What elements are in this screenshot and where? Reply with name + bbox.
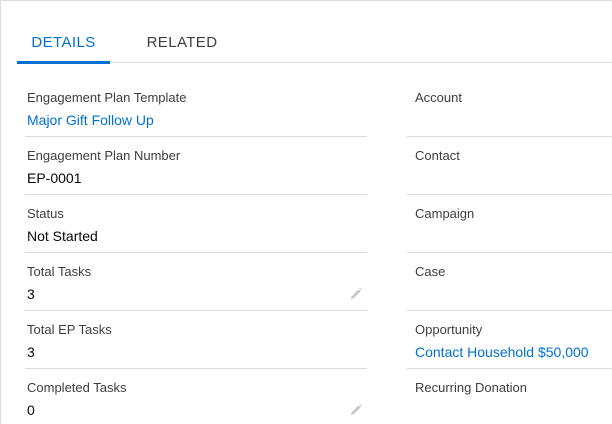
field-label: Total EP Tasks bbox=[27, 322, 112, 337]
details-left-column: Engagement Plan Template Major Gift Foll… bbox=[25, 79, 381, 424]
field-account: Account bbox=[407, 79, 612, 137]
details-right-column: Account Contact Campaign Case Opportunit… bbox=[407, 79, 612, 424]
engagement-plan-template-link[interactable]: Major Gift Follow Up bbox=[27, 112, 154, 128]
field-label: Case bbox=[415, 264, 446, 279]
field-value: EP-0001 bbox=[27, 170, 82, 186]
field-opportunity: Opportunity Contact Household $50,000 bbox=[407, 311, 612, 369]
tab-bar: DETAILS RELATED bbox=[17, 1, 612, 64]
field-label: Total Tasks bbox=[27, 264, 92, 279]
field-contact: Contact bbox=[407, 137, 612, 195]
active-tab-indicator bbox=[17, 61, 110, 64]
field-label: Recurring Donation bbox=[415, 380, 528, 395]
field-recurring-donation: Recurring Donation bbox=[407, 369, 612, 424]
tab-details[interactable]: DETAILS bbox=[17, 1, 110, 64]
field-value: Not Started bbox=[27, 228, 98, 244]
field-value: 3 bbox=[27, 286, 35, 302]
field-label: Engagement Plan Number bbox=[27, 148, 181, 163]
field-total-tasks: Total Tasks 3 bbox=[25, 253, 381, 311]
pencil-icon[interactable] bbox=[349, 287, 363, 301]
field-label: Account bbox=[415, 90, 462, 105]
field-status: Status Not Started bbox=[25, 195, 381, 253]
field-label: Completed Tasks bbox=[27, 380, 127, 395]
field-label: Engagement Plan Template bbox=[27, 90, 187, 105]
tab-details-label: DETAILS bbox=[31, 34, 96, 51]
field-engagement-plan-template: Engagement Plan Template Major Gift Foll… bbox=[25, 79, 381, 137]
record-detail-panel: DETAILS RELATED Engagement Plan Template… bbox=[0, 0, 612, 424]
field-engagement-plan-number: Engagement Plan Number EP-0001 bbox=[25, 137, 381, 195]
field-completed-tasks: Completed Tasks 0 bbox=[25, 369, 381, 424]
field-label: Contact bbox=[415, 148, 460, 163]
tab-related[interactable]: RELATED bbox=[132, 1, 232, 63]
field-label: Opportunity bbox=[415, 322, 483, 337]
opportunity-link[interactable]: Contact Household $50,000 bbox=[415, 344, 589, 360]
pencil-icon[interactable] bbox=[349, 403, 363, 417]
field-label: Status bbox=[27, 206, 64, 221]
field-total-ep-tasks: Total EP Tasks 3 bbox=[25, 311, 381, 369]
field-value: 3 bbox=[27, 344, 35, 360]
field-campaign: Campaign bbox=[407, 195, 612, 253]
field-case: Case bbox=[407, 253, 612, 311]
field-label: Campaign bbox=[415, 206, 475, 221]
tab-related-label: RELATED bbox=[146, 34, 218, 51]
field-value: 0 bbox=[27, 402, 35, 418]
